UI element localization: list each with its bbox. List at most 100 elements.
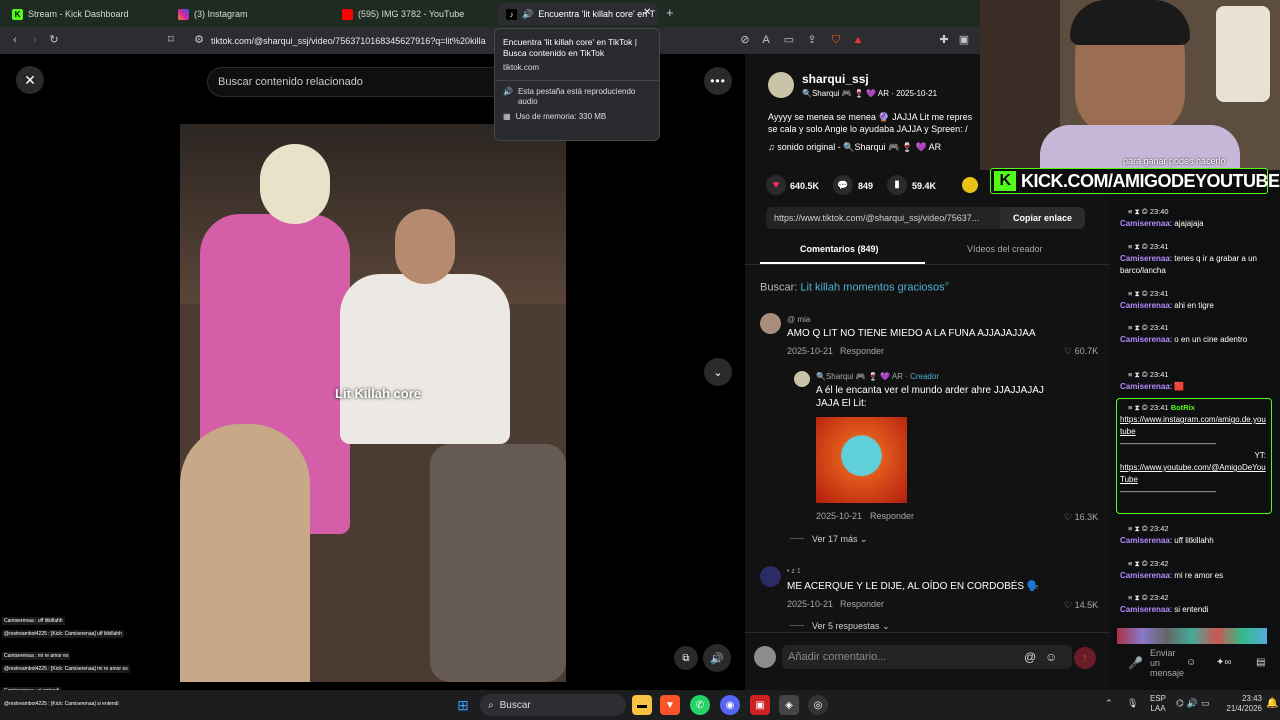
mention-icon[interactable]: @ xyxy=(1024,650,1036,664)
microphone-icon[interactable]: 🎤 xyxy=(1128,656,1143,670)
brave-shield-icon[interactable]: ⛉ xyxy=(829,33,843,47)
chat-message-botrix: ≡ ⧗ ◎ 23:41 BotRix https://www.instagram… xyxy=(1120,403,1266,496)
gift-icon[interactable]: ✦∞ xyxy=(1216,657,1232,668)
app-icon[interactable]: ◈ xyxy=(779,695,799,715)
emoji-icon[interactable]: ☺ xyxy=(1186,657,1196,668)
back-icon[interactable]: ‹ xyxy=(8,33,22,47)
new-tab-button[interactable]: + xyxy=(666,6,674,20)
search-term-link[interactable]: Lit killah momentos graciosos xyxy=(800,282,944,294)
settings-icon[interactable]: ▤ xyxy=(1256,657,1265,668)
tab-creator-videos[interactable]: Vídeos del creador xyxy=(967,244,1043,254)
comment-icon[interactable]: 💬 xyxy=(833,175,853,195)
bookmark-icon[interactable]: ⌑ xyxy=(164,33,178,47)
tab-youtube[interactable]: (595) IMG 3782 - YouTube xyxy=(334,3,496,25)
language-indicator[interactable]: ESP LAA xyxy=(1150,694,1166,714)
add-comment-placeholder: Añadir comentario... xyxy=(788,651,887,663)
share-icon[interactable]: ⇪ xyxy=(805,33,819,47)
volume-icon[interactable]: 🔊 xyxy=(703,644,731,672)
extensions-icon[interactable]: ✚ xyxy=(937,33,951,47)
sidebar-icon[interactable]: ▣ xyxy=(957,33,971,47)
instagram-icon xyxy=(178,8,189,20)
sound-row[interactable]: ♫ sonido original - 🔍Sharqui 🎮 🍷 💜 AR xyxy=(768,142,941,153)
obs-icon[interactable]: ◎ xyxy=(808,695,828,715)
tab-instagram[interactable]: (3) Instagram xyxy=(170,3,332,25)
chat-username[interactable]: Camiserenaa xyxy=(1120,536,1170,545)
chat-username[interactable]: Camiserenaa xyxy=(1120,335,1170,344)
chat-username[interactable]: Camiserenaa xyxy=(1120,301,1170,310)
chat-username[interactable]: Camiserenaa xyxy=(1120,382,1170,391)
tab-kick[interactable]: K Stream - Kick Dashboard xyxy=(4,3,166,25)
whatsapp-icon[interactable]: ✆ xyxy=(690,695,710,715)
close-tab-icon[interactable]: ✕ xyxy=(643,8,653,18)
taskbar-search[interactable]: ⌕ Buscar xyxy=(480,694,626,716)
mini-chat-line: Camiserenaa : mi re amor es xyxy=(2,652,71,660)
view-more-replies[interactable]: Ver 17 más ⌄ xyxy=(812,534,868,545)
emoji-icon[interactable]: ☺ xyxy=(1045,650,1057,664)
mute-icon[interactable]: ⊘ xyxy=(738,33,752,47)
chat-username[interactable]: Camiserenaa xyxy=(1120,605,1170,614)
system-tray-icons[interactable]: ⌬🔊▭ xyxy=(1176,698,1213,709)
chevron-up-icon[interactable]: ⌃ xyxy=(1105,698,1113,709)
video-player[interactable]: Lit Killah core xyxy=(180,124,566,682)
chat-username[interactable]: BotRix xyxy=(1171,403,1195,412)
comment-like[interactable]: ♡ 16.3K xyxy=(1064,512,1098,523)
rewards-icon[interactable]: ▲ xyxy=(851,33,865,47)
next-video-icon[interactable]: ⌄ xyxy=(704,358,732,386)
view-replies[interactable]: Ver 5 respuestas ⌄ xyxy=(812,621,890,632)
comment-username[interactable]: 🔍Sharqui 🎮 🍷 💜 AR xyxy=(816,372,903,381)
translate-icon[interactable]: A xyxy=(759,33,773,47)
notifications-icon[interactable]: 🔔 xyxy=(1266,698,1278,709)
chat-username[interactable]: Camiserenaa xyxy=(1120,219,1170,228)
app-icon[interactable]: ▣ xyxy=(750,695,770,715)
chat-username[interactable]: Camiserenaa xyxy=(1120,571,1170,580)
chat-link[interactable]: https://www.instagram.com/amigo.de.youtu… xyxy=(1120,414,1266,438)
pip-icon[interactable]: ⧉ xyxy=(674,646,698,670)
brave-icon[interactable]: ▼ xyxy=(660,695,680,715)
send-comment-icon[interactable]: ↑ xyxy=(1074,647,1096,669)
share-icon[interactable] xyxy=(962,177,978,193)
windows-start-icon[interactable]: ⊞ xyxy=(453,695,473,715)
comment-username[interactable]: • z 1 xyxy=(787,568,801,575)
chat-input[interactable]: Enviar un mensaje xyxy=(1150,648,1186,678)
webcam-overlay: para ganar podes hacerlo xyxy=(980,0,1280,170)
search-icon: ⌕ xyxy=(944,278,950,288)
chat-message: ≡ ⧗ ◎ 23:41 Camiserenaa: ahi en tigre xyxy=(1120,289,1214,310)
search-suggestion[interactable]: Buscar: Lit killah momentos graciosos⌕ xyxy=(760,278,950,294)
avatar[interactable] xyxy=(760,566,781,587)
reply-button[interactable]: Responder xyxy=(870,511,914,521)
avatar[interactable] xyxy=(760,313,781,334)
comment-like[interactable]: ♡ 60.7K xyxy=(1064,346,1098,357)
comment-date: 2025-10-21 xyxy=(816,511,863,521)
hover-card-audio-text: Esta pestaña está reproduciendo audio xyxy=(517,87,636,106)
file-explorer-icon[interactable]: ▬ xyxy=(632,695,652,715)
chat-link[interactable]: https://www.youtube.com/@AmigoDeYouTube xyxy=(1120,462,1266,486)
forward-icon[interactable]: › xyxy=(28,33,42,47)
microphone-icon[interactable]: 🎙 xyxy=(1127,698,1138,709)
emote-bar[interactable] xyxy=(1117,628,1267,644)
sticker-image[interactable] xyxy=(816,417,907,503)
url-field[interactable]: tiktok.com/@sharqui_ssj/video/7563710168… xyxy=(186,31,498,50)
clock[interactable]: 23:43 21/4/2026 xyxy=(1218,694,1262,714)
discord-icon[interactable]: ◉ xyxy=(720,695,740,715)
close-video-icon[interactable]: ✕ xyxy=(16,66,44,94)
reply-button[interactable]: Responder xyxy=(840,599,884,609)
like-icon[interactable]: ♥ xyxy=(766,175,786,195)
more-options-icon[interactable]: ••• xyxy=(704,67,732,95)
reply-button[interactable]: Responder xyxy=(840,346,884,356)
author-username[interactable]: sharqui_ssj xyxy=(802,72,869,86)
related-search-input[interactable]: Buscar contenido relacionado xyxy=(207,67,507,97)
comment-username[interactable]: @ mia xyxy=(787,315,810,324)
chat-time: 23:41 xyxy=(1149,403,1169,412)
comment-like[interactable]: ♡ 14.5K xyxy=(1064,600,1098,611)
cast-icon[interactable]: ▭ xyxy=(782,33,796,47)
avatar[interactable] xyxy=(768,72,794,98)
post-link[interactable]: https://www.tiktok.com/@sharqui_ssj/vide… xyxy=(774,213,979,223)
bookmark-icon[interactable]: ▮ xyxy=(887,175,907,195)
tab-tiktok[interactable]: ♪ 🔊 Encuentra 'lit killah core' en T xyxy=(498,3,658,25)
avatar[interactable] xyxy=(794,371,810,387)
copy-link-button[interactable]: Copiar enlace xyxy=(1000,207,1085,229)
tab-comments[interactable]: Comentarios (849) xyxy=(800,244,879,254)
reload-icon[interactable]: ↻ xyxy=(47,33,61,47)
site-info-icon[interactable]: ⚙ xyxy=(192,33,206,47)
chat-username[interactable]: Camiserenaa xyxy=(1120,254,1170,263)
